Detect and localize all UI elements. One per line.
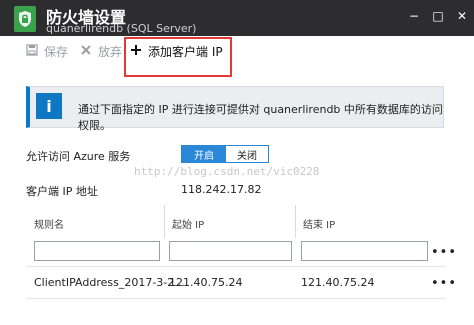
shield-lock-icon (14, 6, 36, 32)
end-ip-input[interactable] (301, 241, 428, 261)
row-menu-icon[interactable]: ••• (431, 276, 457, 291)
client-ip-value: 118.242.17.82 (181, 183, 262, 196)
start-ip-input[interactable] (169, 241, 292, 261)
info-banner: i 通过下面指定的 IP 进行连接可提供对 quanerlirendb 中所有数… (26, 86, 444, 132)
toggle-off[interactable]: 关闭 (226, 146, 268, 162)
toggle-on[interactable]: 开启 (182, 146, 226, 162)
column-header-rule-name: 规则名 (34, 220, 64, 231)
blade-header: 防火墙设置 quanerlirendb (SQL Server) − □ ✕ (0, 0, 474, 36)
start-ip-cell: 121.40.75.24 (169, 276, 243, 289)
watermark: http://blog.csdn.net/vic0228 (134, 165, 320, 178)
maximize-icon[interactable]: □ (430, 8, 446, 24)
column-header-start-ip: 起始 IP (172, 220, 205, 231)
client-ip-label: 客户端 IP 地址 (26, 185, 98, 198)
row-divider (26, 298, 446, 299)
allow-azure-toggle[interactable]: 开启 关闭 (181, 145, 269, 163)
save-label: 保存 (44, 45, 69, 59)
save-button[interactable]: 保存 (26, 43, 68, 60)
highlight-box (124, 37, 232, 77)
info-icon: i (36, 93, 62, 119)
end-ip-cell: 121.40.75.24 (301, 276, 375, 289)
info-text: 通过下面指定的 IP 进行连接可提供对 quanerlirendb 中所有数据库… (78, 103, 443, 132)
column-divider (164, 205, 165, 238)
row-divider (26, 266, 446, 267)
minimize-icon[interactable]: − (406, 8, 422, 24)
page-subtitle: quanerlirendb (SQL Server) (46, 22, 197, 35)
rule-name-cell: ClientIPAddress_2017-3-2... (34, 276, 185, 289)
column-header-end-ip: 结束 IP (303, 220, 336, 231)
save-icon (26, 44, 38, 59)
allow-azure-label: 允许访问 Azure 服务 (26, 150, 131, 163)
discard-button[interactable]: 放弃 (80, 43, 122, 60)
discard-icon (80, 44, 92, 59)
column-divider (295, 205, 296, 238)
close-icon[interactable]: ✕ (454, 8, 470, 24)
discard-label: 放弃 (98, 45, 123, 59)
rule-name-input[interactable] (34, 241, 160, 261)
row-menu-icon[interactable]: ••• (431, 245, 457, 260)
